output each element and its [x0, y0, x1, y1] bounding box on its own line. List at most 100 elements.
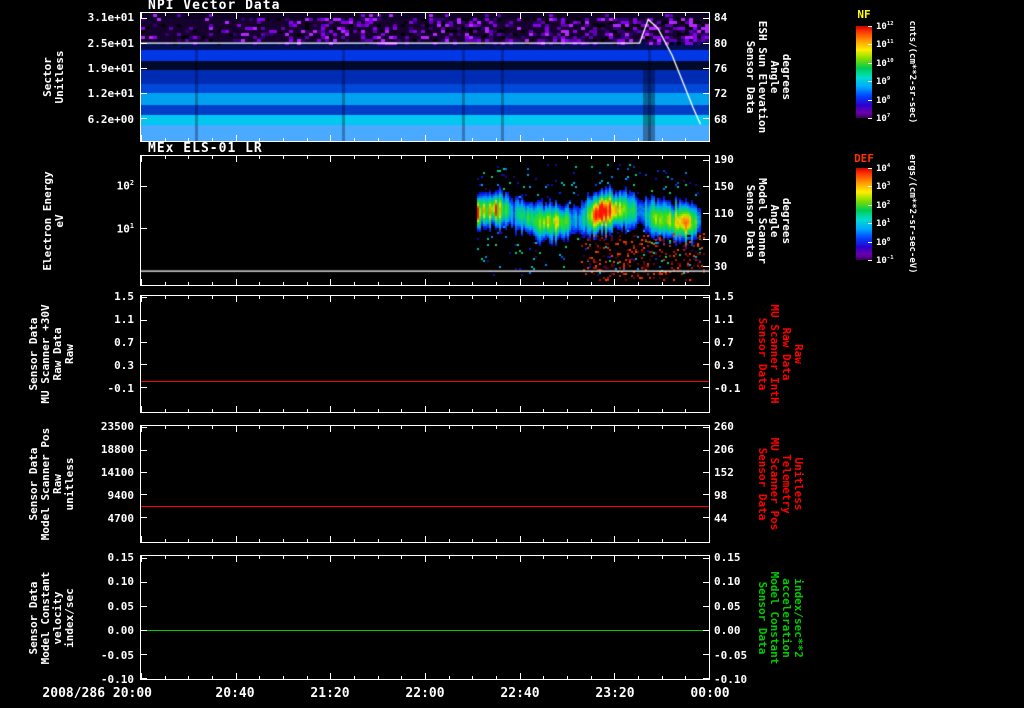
y-tick-mark: [141, 517, 147, 518]
x-tick-mark: [378, 282, 379, 285]
x-tick-mark: [307, 426, 308, 429]
x-tick-mark: [401, 156, 402, 159]
colorbar-tick-mark: [868, 223, 872, 224]
panel-els-spectrogram: [140, 155, 710, 286]
x-tick-mark: [236, 296, 237, 302]
x-tick-label: 21:20: [310, 686, 350, 701]
colorbar-tick-label: 102: [876, 200, 891, 211]
x-tick-mark: [520, 426, 521, 432]
y-tick-mark: [703, 517, 709, 518]
y-tick-mark: [703, 160, 709, 161]
y-tick-mark: [141, 450, 147, 451]
x-tick-mark: [449, 282, 450, 285]
y-tick-mark: [141, 494, 147, 495]
x-tick-mark: [141, 406, 142, 412]
x-tick-mark: [662, 409, 663, 412]
x-tick-mark: [449, 539, 450, 542]
x-tick-mark: [307, 409, 308, 412]
x-tick-mark: [212, 296, 213, 299]
x-tick-mark: [496, 676, 497, 679]
x-tick-mark: [425, 536, 426, 542]
x-tick-label: 00:00: [690, 686, 730, 701]
axis-label-line: Unitless: [53, 50, 66, 104]
x-tick-mark: [236, 13, 237, 19]
y2-tick-label: -0.10: [714, 673, 748, 686]
x-tick-mark: [543, 138, 544, 141]
x-tick-mark: [141, 556, 142, 562]
x-tick-mark: [662, 296, 663, 299]
y-tick-mark: [141, 630, 147, 631]
x-tick-mark: [425, 296, 426, 302]
x-tick-mark: [165, 556, 166, 559]
axis-label-left-mu-scanner-raw: Sensor Data MU Scanner +30V Raw Data Raw: [27, 304, 76, 403]
x-tick-mark: [307, 138, 308, 141]
data-line-model-scanner-pos: [141, 506, 709, 507]
x-tick-mark: [283, 296, 284, 299]
x-tick-mark: [496, 13, 497, 16]
x-tick-mark: [259, 409, 260, 412]
x-tick-mark: [259, 539, 260, 542]
y-tick-label: 1.9e+01: [87, 62, 134, 75]
panel-mu-scanner-raw: [140, 295, 710, 413]
axis-label-line: index/sec**2: [792, 577, 805, 658]
y-tick-label: 102: [116, 179, 134, 193]
x-tick-mark: [141, 536, 142, 542]
x-tick-mark: [165, 409, 166, 412]
x-tick-mark: [709, 13, 710, 19]
axis-label-line: Raw: [63, 344, 76, 364]
y-tick-label: 1.1: [114, 313, 134, 326]
x-tick-mark: [378, 138, 379, 141]
x-tick-mark: [520, 135, 521, 141]
x-tick-mark: [188, 282, 189, 285]
x-tick-mark: [449, 296, 450, 299]
x-tick-mark: [401, 138, 402, 141]
x-tick-mark: [236, 406, 237, 412]
x-tick-mark: [401, 556, 402, 559]
x-tick-mark: [212, 409, 213, 412]
y-tick-label: 0.7: [114, 336, 134, 349]
colorbar-tick-label: 10-1: [876, 255, 894, 266]
y-tick-mark: [703, 297, 709, 298]
y-tick-mark: [141, 654, 147, 655]
x-tick-mark: [638, 539, 639, 542]
x-tick-mark: [496, 282, 497, 285]
x-tick-mark: [662, 13, 663, 16]
x-tick-mark: [425, 426, 426, 432]
x-tick-mark: [685, 426, 686, 429]
y-tick-label: 0.15: [107, 551, 135, 564]
y-tick-mark: [141, 678, 147, 679]
y-tick-mark: [141, 606, 147, 607]
colorbar-tick-label: 1012: [876, 21, 894, 32]
x-tick-mark: [188, 296, 189, 299]
y-tick-mark: [703, 494, 709, 495]
x-tick-mark: [638, 556, 639, 559]
y2-tick-label: 0.00: [714, 624, 741, 637]
x-tick-mark: [212, 556, 213, 559]
y-tick-label: 3.1e+01: [87, 11, 134, 24]
x-tick-mark: [354, 409, 355, 412]
axis-label-line: Raw Data: [780, 327, 793, 381]
axis-label-line: Sensor Data: [756, 317, 769, 391]
y2-tick-label: 0.15: [714, 551, 741, 564]
y-tick-mark: [703, 18, 709, 19]
axis-label-line: MU Scanner Pos: [768, 437, 781, 531]
axis-label-line: ergs/(cm**2-sr-sec-eV): [907, 154, 917, 274]
y-tick-mark: [141, 68, 147, 69]
x-tick-mark: [591, 138, 592, 141]
x-tick-mark: [188, 409, 189, 412]
npi-spectrogram-canvas: [141, 13, 709, 141]
y-tick-mark: [141, 427, 147, 428]
x-tick-mark: [378, 426, 379, 429]
colorbar-tick-label: 104: [876, 163, 891, 174]
x-tick-mark: [141, 279, 142, 285]
x-tick-mark: [236, 426, 237, 432]
x-tick-mark: [709, 135, 710, 141]
x-tick-mark: [591, 539, 592, 542]
y-tick-mark: [703, 364, 709, 365]
x-tick-mark: [520, 536, 521, 542]
axis-label-line: Model Constant: [768, 571, 781, 664]
x-tick-mark: [283, 282, 284, 285]
x-tick-mark: [307, 556, 308, 559]
x-tick-mark: [283, 539, 284, 542]
x-tick-mark: [330, 673, 331, 679]
